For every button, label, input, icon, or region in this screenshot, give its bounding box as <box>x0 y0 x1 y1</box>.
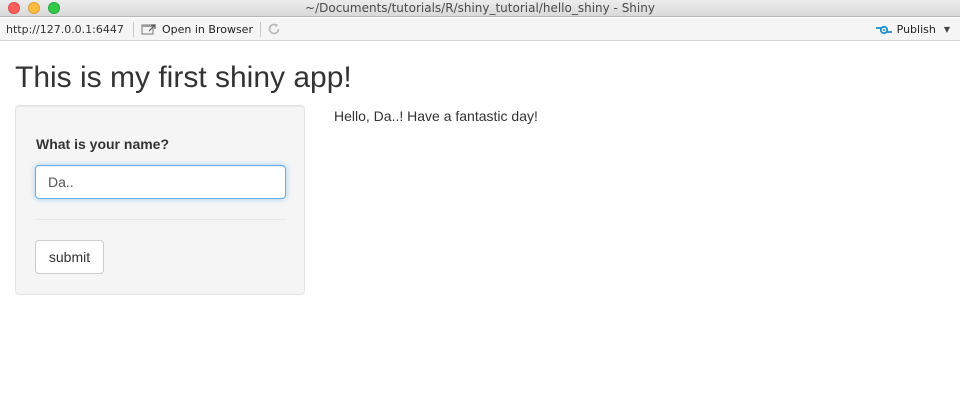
window-titlebar: ~/Documents/tutorials/R/shiny_tutorial/h… <box>0 0 960 17</box>
publish-label: Publish <box>896 23 936 36</box>
open-browser-icon <box>141 24 156 35</box>
name-field-label: What is your name? <box>36 136 170 152</box>
window-title: ~/Documents/tutorials/R/shiny_tutorial/h… <box>305 1 655 15</box>
open-in-browser-label: Open in Browser <box>162 23 253 36</box>
panel-divider <box>36 219 286 220</box>
publish-icon <box>875 25 892 34</box>
greeting-output: Hello, Da..! Have a fantastic day! <box>334 108 538 124</box>
name-input[interactable] <box>35 165 286 199</box>
viewer-toolbar: http://127.0.0.1:6447 Open in Browser Pu… <box>0 18 960 41</box>
submit-button[interactable]: submit <box>35 240 104 274</box>
toolbar-divider <box>133 22 134 37</box>
url-display: http://127.0.0.1:6447 <box>6 23 124 36</box>
toolbar-divider <box>260 22 261 37</box>
chevron-down-icon[interactable]: ▼ <box>944 25 950 34</box>
publish-button[interactable]: Publish ▼ <box>875 21 950 38</box>
page-title: This is my first shiny app! <box>15 61 352 94</box>
sidebar-panel: What is your name? submit <box>15 105 305 295</box>
open-in-browser-button[interactable]: Open in Browser <box>141 21 253 38</box>
refresh-icon[interactable] <box>267 22 281 36</box>
